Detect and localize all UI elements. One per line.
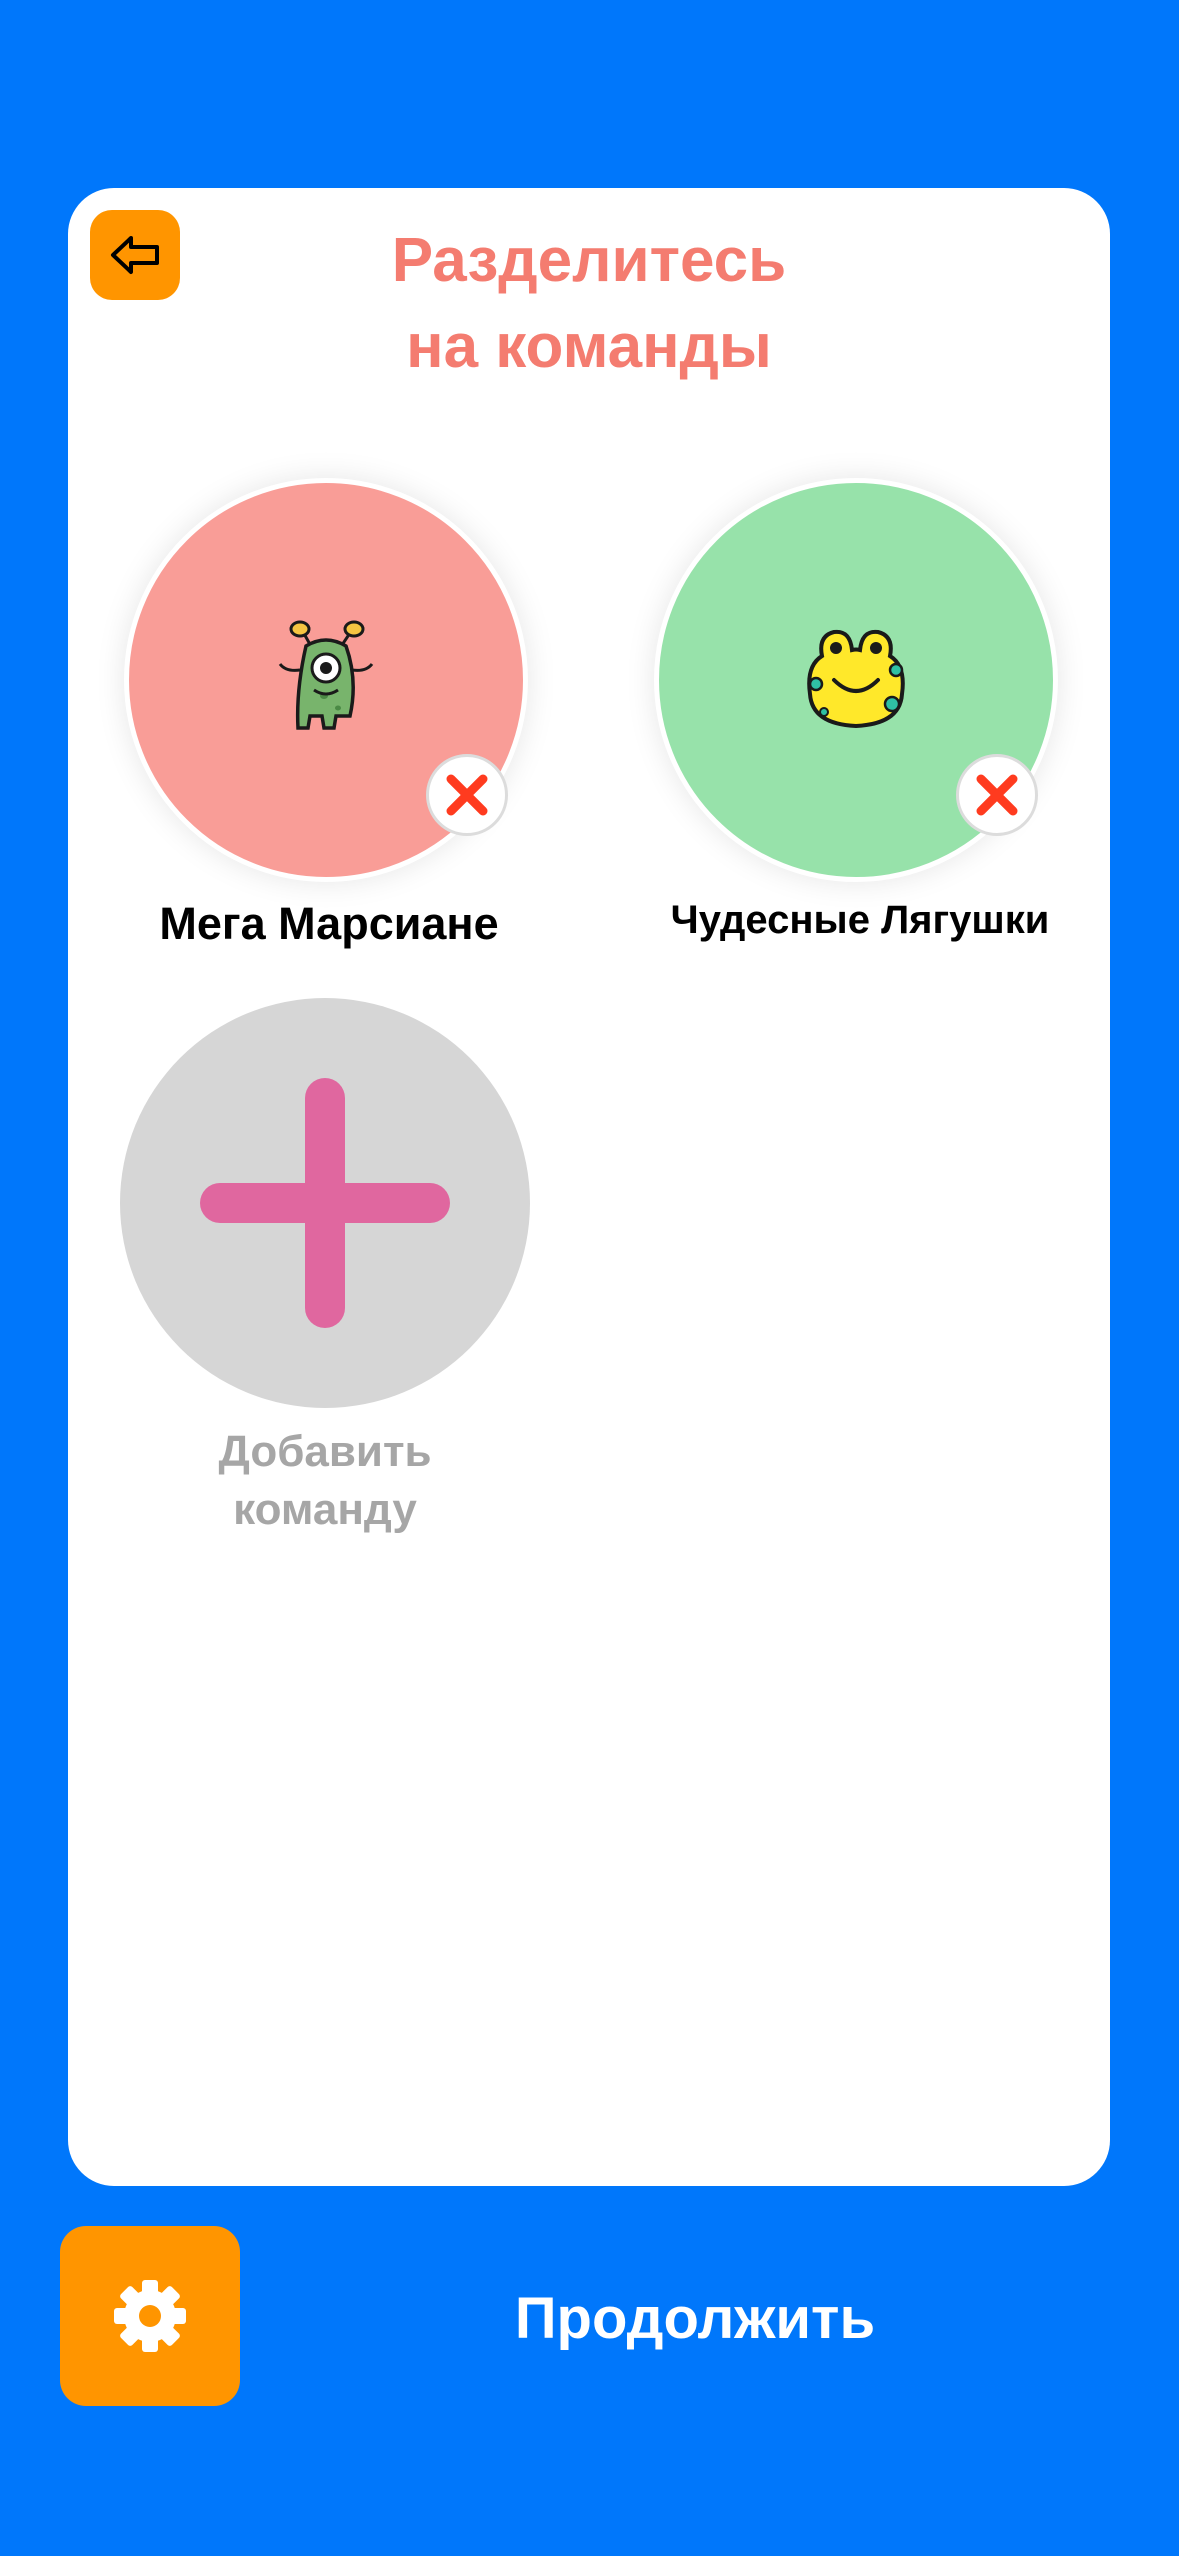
team-name: Мега Марсиане [159, 898, 499, 949]
team-name: Чудесные Лягушки [670, 898, 1050, 942]
close-icon [976, 774, 1018, 816]
plus-icon [200, 1078, 450, 1328]
settings-button[interactable] [60, 2226, 240, 2406]
team-card-2[interactable]: Чудесные Лягушки [654, 478, 1058, 958]
add-team-circle[interactable] [120, 998, 530, 1408]
close-icon [446, 774, 488, 816]
team-card-1[interactable]: Мега Марсиане [124, 478, 528, 958]
continue-button[interactable]: Продолжить [420, 2268, 970, 2368]
remove-team-button[interactable] [956, 754, 1038, 836]
martian-icon [278, 620, 374, 730]
remove-team-button[interactable] [426, 754, 508, 836]
page-title: Разделитесь на команды [391, 226, 787, 381]
add-team-label: Добавить команду [218, 1427, 432, 1534]
frog-icon [807, 629, 905, 729]
gear-icon [114, 2280, 186, 2352]
teams-card: Разделитесь на команды Мега Марсиане Чуд… [68, 188, 1110, 2186]
